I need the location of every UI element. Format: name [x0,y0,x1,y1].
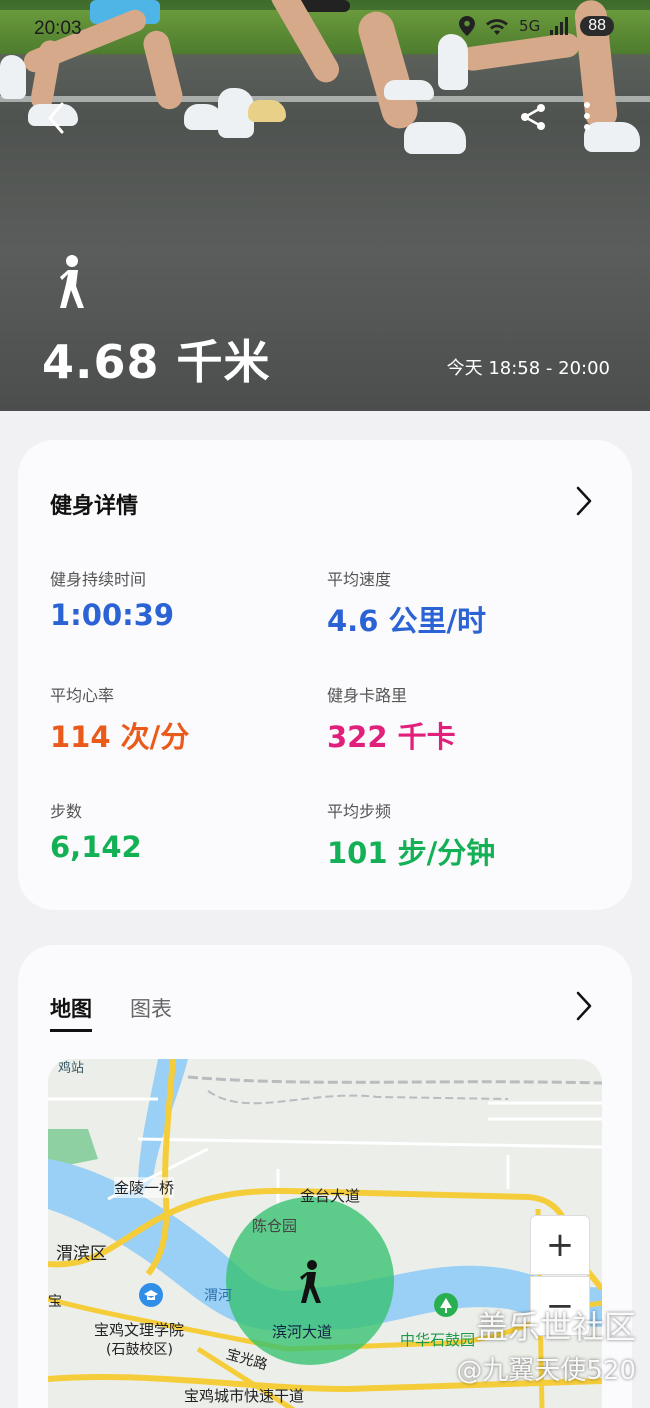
metric-value: 1:00:39 [50,598,175,632]
back-button[interactable] [42,100,82,140]
tab-chart[interactable]: 图表 [130,993,172,1032]
map-label-edge: 宝 [48,1294,62,1310]
map-label-bridge: 金陵一桥 [114,1177,175,1198]
metric-label: 平均心率 [50,686,115,705]
battery-level: 88 [580,16,614,36]
status-icons: 5G 88 [459,16,614,36]
map-label-station: 鸡站 [58,1061,85,1076]
distance-value: 4.68 千米 [42,335,271,389]
location-icon [459,16,476,36]
network-type: 5G [519,17,541,35]
metric-value: 101 步/分钟 [327,836,496,870]
map-label-expressway: 宝鸡城市快速干道 [184,1387,305,1405]
school-pin-icon [139,1283,163,1307]
status-time: 20:03 [34,18,82,39]
watermark-author: @九翼天使520 [456,1356,636,1386]
metric-label: 健身持续时间 [50,570,147,589]
metric-avg-speed: 平均速度 4.6 公里/时 [327,566,486,640]
map-label-park: 陈仓园 [252,1217,298,1235]
tab-map[interactable]: 地图 [50,993,92,1032]
metric-value: 114 次/分 [50,720,190,754]
metric-value: 322 千卡 [327,720,456,754]
share-button[interactable] [516,100,556,140]
workout-time-range: 今天 18:58 - 20:00 [446,358,610,379]
runner-shoe [384,80,434,100]
metric-cadence: 平均步频 101 步/分钟 [327,798,495,872]
workout-details-card: 健身详情 健身持续时间 1:00:39 平均速度 4.6 公里/时 平均心率 1… [18,440,632,910]
map-label-district: 渭滨区 [56,1244,107,1264]
metric-label: 平均步频 [327,802,392,821]
metric-label: 平均速度 [327,570,392,589]
metric-duration: 健身持续时间 1:00:39 [50,566,174,632]
map-expand-button[interactable] [574,991,594,1021]
details-title: 健身详情 [50,494,139,519]
map-label-river: 渭河 [204,1288,232,1304]
map-label-campus: (石鼓校区) [106,1342,173,1358]
watermark-title: 盖乐世社区 [475,1308,636,1346]
metric-value: 6,142 [50,830,142,864]
metric-calories: 健身卡路里 322 千卡 [327,682,456,756]
signal-icon [550,17,569,35]
park-pin-icon [434,1293,458,1317]
metric-value: 4.6 公里/时 [327,604,487,638]
walking-icon [52,254,92,310]
map-label-jintai-road: 金台大道 [300,1187,361,1205]
chevron-right-icon [576,991,592,1021]
wifi-icon [486,19,509,35]
runner-shoe [0,55,26,99]
zoom-in-button[interactable]: + [530,1215,590,1275]
more-button[interactable] [572,100,602,140]
map-tabs: 地图 图表 [50,993,172,1032]
status-bar: 20:03 5G 88 [0,0,650,50]
share-icon [521,104,545,130]
metric-steps: 步数 6,142 [50,798,142,864]
hero-banner: 20:03 5G 88 4.68 千米 今天 18:58 - 20:00 [0,0,650,411]
map-label-school: 宝鸡文理学院 [94,1321,185,1339]
metric-avg-heart-rate: 平均心率 114 次/分 [50,682,189,756]
map-label-binhe-road: 滨河大道 [272,1323,333,1341]
chevron-left-icon [48,102,64,134]
more-vertical-icon [584,102,590,130]
watermark: 盖乐世社区 @九翼天使520 [456,1302,636,1387]
runner-shoe [248,100,286,122]
runner-shoe [404,122,466,154]
metric-label: 健身卡路里 [327,686,408,705]
details-expand-button[interactable] [574,486,594,516]
chevron-right-icon [576,486,592,516]
metric-label: 步数 [50,802,83,821]
